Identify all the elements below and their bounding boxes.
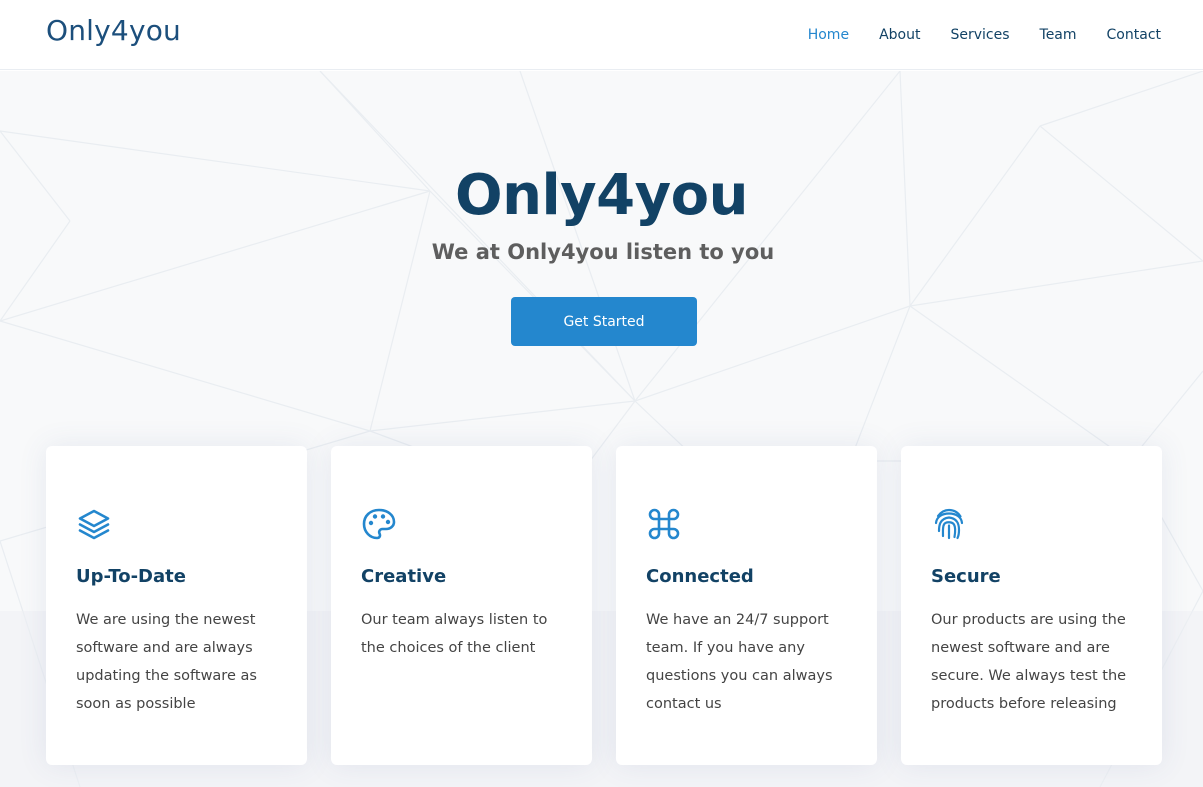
nav-item-about: About: [879, 26, 920, 44]
feature-description: We are using the newest software and are…: [76, 612, 257, 712]
hero-subtitle: We at Only4you listen to you: [431, 240, 775, 264]
layers-icon: [76, 506, 112, 542]
feature-title: Up-To-Date: [76, 566, 186, 587]
hero-title: Only4you: [455, 163, 748, 228]
nav-link-contact[interactable]: Contact: [1107, 27, 1161, 43]
fingerprint-icon: [931, 506, 967, 542]
palette-icon: [361, 506, 397, 542]
nav-item-contact: Contact: [1107, 26, 1161, 44]
feature-title: Creative: [361, 566, 447, 587]
feature-title: Connected: [646, 566, 754, 587]
feature-description: We have an 24/7 support team. If you hav…: [646, 612, 833, 712]
main-nav: Home About Services Team Contact: [778, 0, 1161, 70]
nav-link-services[interactable]: Services: [950, 27, 1009, 43]
feature-title: Secure: [931, 566, 1001, 587]
nav-item-home: Home: [808, 26, 849, 44]
command-icon: [646, 506, 682, 542]
feature-box-up-to-date: Up-To-Date We are using the newest softw…: [46, 446, 307, 765]
site-header: Only4you Home About Services Team Contac…: [0, 0, 1203, 70]
feature-description: Our team always listen to the choices of…: [361, 612, 548, 656]
nav-link-home[interactable]: Home: [808, 27, 849, 43]
feature-box-secure: Secure Our products are using the newest…: [901, 446, 1162, 765]
nav-link-about[interactable]: About: [879, 27, 920, 43]
feature-box-connected: Connected We have an 24/7 support team. …: [616, 446, 877, 765]
feature-box-creative: Creative Our team always listen to the c…: [331, 446, 592, 765]
feature-description: Our products are using the newest softwa…: [931, 612, 1127, 712]
site-logo[interactable]: Only4you: [46, 14, 181, 47]
nav-link-team[interactable]: Team: [1040, 27, 1077, 43]
get-started-button[interactable]: Get Started: [511, 297, 697, 346]
nav-item-services: Services: [950, 26, 1009, 44]
hero-section: Only4you We at Only4you listen to you Ge…: [0, 71, 1203, 787]
nav-item-team: Team: [1040, 26, 1077, 44]
